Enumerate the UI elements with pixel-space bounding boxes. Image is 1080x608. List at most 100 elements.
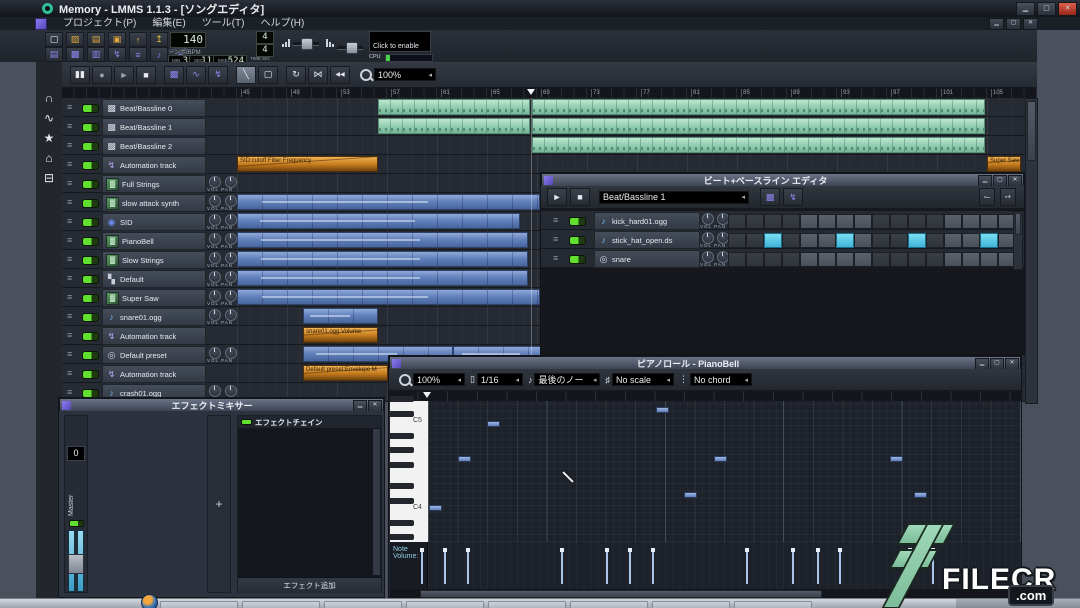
step-cell[interactable]: [872, 233, 890, 248]
pattern-segment[interactable]: [237, 194, 540, 210]
pattern-segment[interactable]: SID:cutoff Filter Frequency: [237, 156, 378, 172]
track-grip-icon[interactable]: ≡: [67, 197, 72, 207]
pr-scale-combo[interactable]: No scale◂: [612, 373, 674, 386]
open-project-button[interactable]: ▨: [66, 32, 84, 47]
draw-mode-button[interactable]: ╲: [236, 66, 256, 84]
track-grip-icon[interactable]: ≡: [67, 140, 72, 150]
track-grip-icon[interactable]: ≡: [67, 235, 72, 245]
step-cell[interactable]: [782, 214, 800, 229]
track-mute-led[interactable]: [82, 370, 99, 379]
taskbar-button[interactable]: [734, 601, 812, 608]
zoom-combo[interactable]: 100%◂: [374, 68, 436, 81]
stop-button[interactable]: ■: [136, 66, 156, 84]
mdi-minimize-button[interactable]: ▁: [989, 18, 1004, 30]
track-name-plate[interactable]: ↯Automation track: [102, 327, 206, 345]
redo-button[interactable]: ↻: [286, 66, 306, 84]
menu-item-3[interactable]: ヘルプ(H): [252, 17, 312, 30]
step-cell[interactable]: [980, 233, 998, 248]
fx-close-button[interactable]: ✕: [368, 400, 382, 412]
menu-item-1[interactable]: 編集(E): [144, 17, 193, 30]
pattern-segment[interactable]: [237, 289, 540, 305]
volume-stem[interactable]: [909, 548, 911, 584]
track-mute-led[interactable]: [82, 237, 99, 246]
bb-track-name-plate[interactable]: ♪stick_hat_open.ds: [594, 231, 700, 249]
track-mute-led[interactable]: [82, 218, 99, 227]
black-key[interactable]: [390, 483, 414, 489]
track-mute-led[interactable]: [569, 255, 586, 264]
piano-keyboard[interactable]: C5C4: [390, 401, 429, 542]
volume-stem[interactable]: [467, 548, 469, 584]
step-cell[interactable]: [746, 252, 764, 267]
sidebar-computer-button[interactable]: ⊟: [36, 168, 62, 188]
pattern-segment[interactable]: [237, 232, 528, 248]
close-button[interactable]: ✕: [1058, 2, 1077, 16]
track-grip-icon[interactable]: ≡: [553, 234, 558, 244]
track-grip-icon[interactable]: ≡: [67, 387, 72, 397]
midi-note[interactable]: [487, 421, 500, 427]
bb-play-button[interactable]: ►: [547, 188, 567, 206]
step-cell[interactable]: [728, 233, 746, 248]
track-mute-led[interactable]: [82, 351, 99, 360]
volume-stem[interactable]: [932, 548, 934, 584]
track-mute-led[interactable]: [82, 332, 99, 341]
step-cell[interactable]: [800, 214, 818, 229]
master-pitch-slider[interactable]: [337, 46, 363, 50]
midi-note[interactable]: [656, 407, 669, 413]
taskbar-button[interactable]: [160, 601, 238, 608]
pattern-segment[interactable]: [532, 118, 985, 134]
song-vertical-scrollbar[interactable]: [1025, 98, 1038, 404]
master-volume-slider[interactable]: [293, 42, 319, 46]
track-mute-led[interactable]: [569, 236, 586, 245]
remove-steps-button[interactable]: ▫–: [979, 188, 995, 206]
volume-stem[interactable]: [606, 548, 608, 584]
track-name-plate[interactable]: ◉SID: [102, 213, 206, 231]
step-cell[interactable]: [926, 252, 944, 267]
step-cell[interactable]: [764, 252, 782, 267]
pause-button[interactable]: ▮▮: [70, 66, 90, 84]
visualizer[interactable]: Click to enable: [369, 31, 431, 52]
pattern-segment[interactable]: snare01.ogg Volume: [303, 327, 378, 343]
bb-editor-button[interactable]: ▩: [66, 47, 84, 62]
track-grip-icon[interactable]: ≡: [67, 254, 72, 264]
step-cell[interactable]: [944, 252, 962, 267]
note-volume-panel[interactable]: [428, 542, 1021, 589]
edit-mode-button[interactable]: ▢: [258, 66, 278, 84]
black-key[interactable]: [390, 433, 414, 439]
volume-stem[interactable]: [561, 548, 563, 584]
track-mute-led[interactable]: [82, 180, 99, 189]
track-grip-icon[interactable]: ≡: [67, 292, 72, 302]
track-name-plate[interactable]: ▩Beat/Bassline 2: [102, 137, 206, 155]
taskbar-button[interactable]: [570, 601, 648, 608]
volume-stem[interactable]: [421, 548, 423, 584]
volume-stem[interactable]: [746, 548, 748, 584]
taskbar-button[interactable]: [488, 601, 566, 608]
sidebar-wave-button[interactable]: ∿: [36, 108, 62, 128]
step-cell[interactable]: [890, 252, 908, 267]
step-cell[interactable]: [908, 214, 926, 229]
track-mute-led[interactable]: [82, 275, 99, 284]
master-channel-strip[interactable]: 0 Master: [64, 415, 88, 593]
track-name-plate[interactable]: ♪snare01.ogg: [102, 308, 206, 326]
track-grip-icon[interactable]: ≡: [553, 253, 558, 263]
track-mute-led[interactable]: [82, 199, 99, 208]
bb-close-button[interactable]: ✕: [1008, 175, 1022, 187]
bb-track-name-plate[interactable]: ◎snare: [594, 250, 700, 268]
playhead-marker[interactable]: [527, 89, 535, 95]
export-project-button[interactable]: ↑: [129, 32, 147, 47]
black-key[interactable]: [390, 520, 414, 526]
track-mute-led[interactable]: [82, 294, 99, 303]
step-cell[interactable]: [890, 214, 908, 229]
step-cell[interactable]: [926, 214, 944, 229]
pattern-segment[interactable]: Default preset:Envelope M: [303, 365, 388, 381]
add-sample-track-button[interactable]: ∿: [186, 66, 206, 84]
taskbar-button[interactable]: [652, 601, 730, 608]
bb-scrollbar[interactable]: [1013, 211, 1023, 270]
step-cell[interactable]: [926, 233, 944, 248]
pr-chord-combo[interactable]: No chord◂: [690, 373, 752, 386]
step-cell[interactable]: [818, 252, 836, 267]
step-cell[interactable]: [872, 252, 890, 267]
step-cell[interactable]: [800, 233, 818, 248]
black-key[interactable]: [390, 396, 414, 402]
step-cell[interactable]: [944, 233, 962, 248]
pattern-segment[interactable]: [237, 251, 528, 267]
